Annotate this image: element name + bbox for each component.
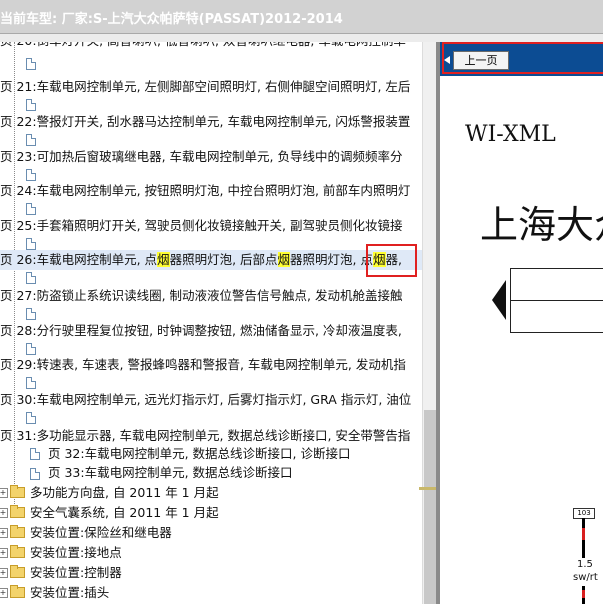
tree-folder-fuses-relays[interactable]: + 安装位置:保险丝和继电器 — [0, 523, 420, 543]
page-label: 页 30:车载电网控制单元, 远光灯指示灯, 后雾灯指示灯, GRA 指示灯, … — [0, 392, 412, 407]
folder-label: 安装位置:控制器 — [30, 565, 122, 580]
page-label: 页 23:可加热后窗玻璃继电器, 车载电网控制单元, 负导线中的调频频率分 — [0, 149, 403, 164]
folder-label: 安装位置:保险丝和继电器 — [30, 525, 172, 540]
page-label: 页 33:车载电网控制单元, 数据总线诊断接口 — [48, 465, 293, 480]
document-heading: 上海大众 — [480, 203, 603, 247]
wire-color-label: sw/rt — [573, 572, 598, 583]
page-label-part: 器照明灯泡, 点 — [290, 252, 373, 267]
document-icon — [26, 377, 36, 389]
wire-segment-red — [582, 528, 585, 540]
page-label: 页 26:车载电网控制单元, 点烟器照明灯泡, 后部点烟器照明灯泡, 点烟器, — [0, 250, 402, 270]
page-label: 页 31:多功能显示器, 车载电网控制单元, 数据总线诊断接口, 安全带警告指 — [0, 428, 411, 443]
page-label-part: 页 26:车载电网控制单元, 点 — [0, 252, 158, 267]
expand-icon[interactable]: + — [0, 568, 8, 578]
document-icon — [26, 203, 36, 215]
folder-label: 安装位置:接地点 — [30, 545, 122, 560]
document-icon — [26, 134, 36, 146]
previous-page-button[interactable]: 上一页 — [453, 51, 509, 70]
folder-icon — [10, 585, 25, 598]
document-icon — [26, 343, 36, 355]
expand-icon[interactable]: + — [0, 508, 8, 518]
page-label: 页 25:手套箱照明灯开关, 驾驶员侧化妆镜接触开关, 副驾驶员侧化妆镜接 — [0, 218, 403, 233]
page-label: 页 22:警报灯开关, 刮水器马达控制单元, 车载电网控制单元, 闪烁警报装置 — [0, 114, 411, 129]
toolbar-gap — [0, 34, 603, 42]
current-vehicle-label: 当前车型: 厂家:S-上汽大众帕萨特(PASSAT)2012-2014 — [0, 12, 343, 27]
page-label: 页 20:倒车灯开关, 高音喇叭, 低音喇叭, 双音喇叭继电器, 车载电网控制单 — [0, 42, 406, 51]
tree-folder-controllers[interactable]: + 安装位置:控制器 — [0, 563, 420, 583]
document-icon — [30, 468, 40, 480]
search-highlight: 烟 — [277, 252, 291, 267]
expand-icon[interactable]: + — [0, 548, 8, 558]
document-icon — [26, 412, 36, 424]
tree-folder-connectors[interactable]: + 安装位置:插头 — [0, 583, 420, 603]
back-arrow-icon[interactable] — [444, 56, 450, 64]
tree-folder-airbag[interactable]: + 安全气囊系统, 自 2011 年 1 月起 — [0, 503, 420, 523]
document-title: WI-XML — [465, 122, 556, 147]
folder-icon — [10, 545, 25, 558]
folder-icon — [10, 525, 25, 538]
folder-label: 安全气囊系统, 自 2011 年 1 月起 — [30, 505, 219, 520]
tree-item-page-26-selected[interactable]: 页 26:车载电网控制单元, 点烟器照明灯泡, 后部点烟器照明灯泡, 点烟器, — [0, 250, 422, 270]
folder-icon — [10, 485, 25, 498]
folder-label: 安装位置:插头 — [30, 585, 110, 600]
document-icon — [30, 448, 40, 460]
folder-label: 多功能方向盘, 自 2011 年 1 月起 — [30, 485, 219, 500]
expand-icon[interactable]: + — [0, 588, 8, 598]
scrollbar-thumb[interactable] — [424, 410, 436, 604]
page-label: 页 21:车载电网控制单元, 左侧脚部空间照明灯, 右侧伸腿空间照明灯, 左后 — [0, 79, 411, 94]
search-highlight: 烟 — [157, 252, 170, 267]
page-label: 页 24:车载电网控制单元, 按钮照明灯泡, 中控台照明灯泡, 前部车内照明灯 — [0, 183, 411, 198]
expand-icon[interactable]: + — [0, 488, 8, 498]
tree-folder-multifunction-wheel[interactable]: + 多功能方向盘, 自 2011 年 1 月起 — [0, 483, 420, 503]
annotation-box — [366, 244, 417, 277]
wire-segment-red — [582, 590, 585, 598]
title-bar: 当前车型: 厂家:S-上汽大众帕萨特(PASSAT)2012-2014 — [0, 0, 603, 34]
document-icon — [26, 272, 36, 284]
page-label: 页 32:车载电网控制单元, 数据总线诊断接口, 诊断接口 — [48, 446, 351, 461]
tree-folder-ground-points[interactable]: + 安装位置:接地点 — [0, 543, 420, 563]
page-label: 页 29:转速表, 车速表, 警报蜂鸣器和警报音, 车载电网控制单元, 发动机指 — [0, 357, 406, 372]
diagram-line — [510, 268, 603, 269]
document-icon — [26, 99, 36, 111]
page-label-part: 器照明灯泡, 后部点 — [169, 252, 278, 267]
page-label: 页 28:分行驶里程复位按钮, 时钟调整按钮, 燃油储备显示, 冷却液温度表, — [0, 323, 402, 338]
diagram-line — [510, 332, 603, 333]
expand-icon[interactable]: + — [0, 528, 8, 538]
viewer-nav-bar: 上一页 — [440, 42, 603, 76]
document-icon — [26, 58, 36, 70]
document-icon — [26, 169, 36, 181]
tree-scrollbar[interactable] — [419, 42, 441, 604]
folder-icon — [10, 505, 25, 518]
document-icon — [26, 308, 36, 320]
document-icon — [26, 238, 36, 250]
page-label: 页 27:防盗锁止系统识读线圈, 制动液液位警告信号触点, 发动机舱盖接触 — [0, 288, 403, 303]
folder-icon — [10, 565, 25, 578]
wire-gauge-label: 1.5 — [577, 559, 593, 570]
document-tree[interactable]: 页 20:倒车灯开关, 高音喇叭, 低音喇叭, 双音喇叭继电器, 车载电网控制单… — [0, 42, 422, 604]
diagram-arrow-icon — [492, 280, 506, 320]
document-viewer[interactable]: 上一页 WI-XML 上海大众 103 1.5 sw/rt — [440, 42, 603, 604]
diagram-line — [510, 300, 603, 301]
